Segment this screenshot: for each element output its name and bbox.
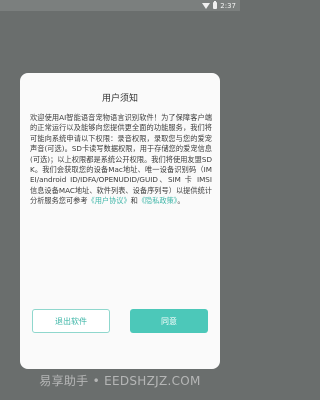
dialog-title: 用户须知 <box>101 94 138 104</box>
and-text: 和 <box>130 196 138 206</box>
status-icons: 2:37 <box>202 0 236 11</box>
wifi-icon <box>202 2 211 9</box>
exit-app-button[interactable]: 退出软件 <box>32 309 110 333</box>
dialog-body: 欢迎使用AI智能语音宠物语言识别软件！为了保障客户端的正常运行以及能够向您提供更… <box>30 113 212 207</box>
user-notice-dialog: 用户须知 欢迎使用AI智能语音宠物语言识别软件！为了保障客户端的正常运行以及能够… <box>20 73 220 369</box>
watermark: 易享助手 • EEDSHZJZ.COM <box>39 374 201 388</box>
status-time: 2:37 <box>220 1 236 10</box>
body-end: 。 <box>177 196 185 206</box>
privacy-policy-link[interactable]: 《隐私政策》 <box>138 196 178 205</box>
user-agreement-link[interactable]: 《用户协议》 <box>88 196 131 205</box>
battery-icon <box>213 1 218 9</box>
status-bar: 2:37 <box>0 0 240 11</box>
agree-button[interactable]: 同意 <box>130 309 208 333</box>
dialog-body-text: 欢迎使用AI智能语音宠物语言识别软件！为了保障客户端的正常运行以及能够向您提供更… <box>30 113 212 206</box>
